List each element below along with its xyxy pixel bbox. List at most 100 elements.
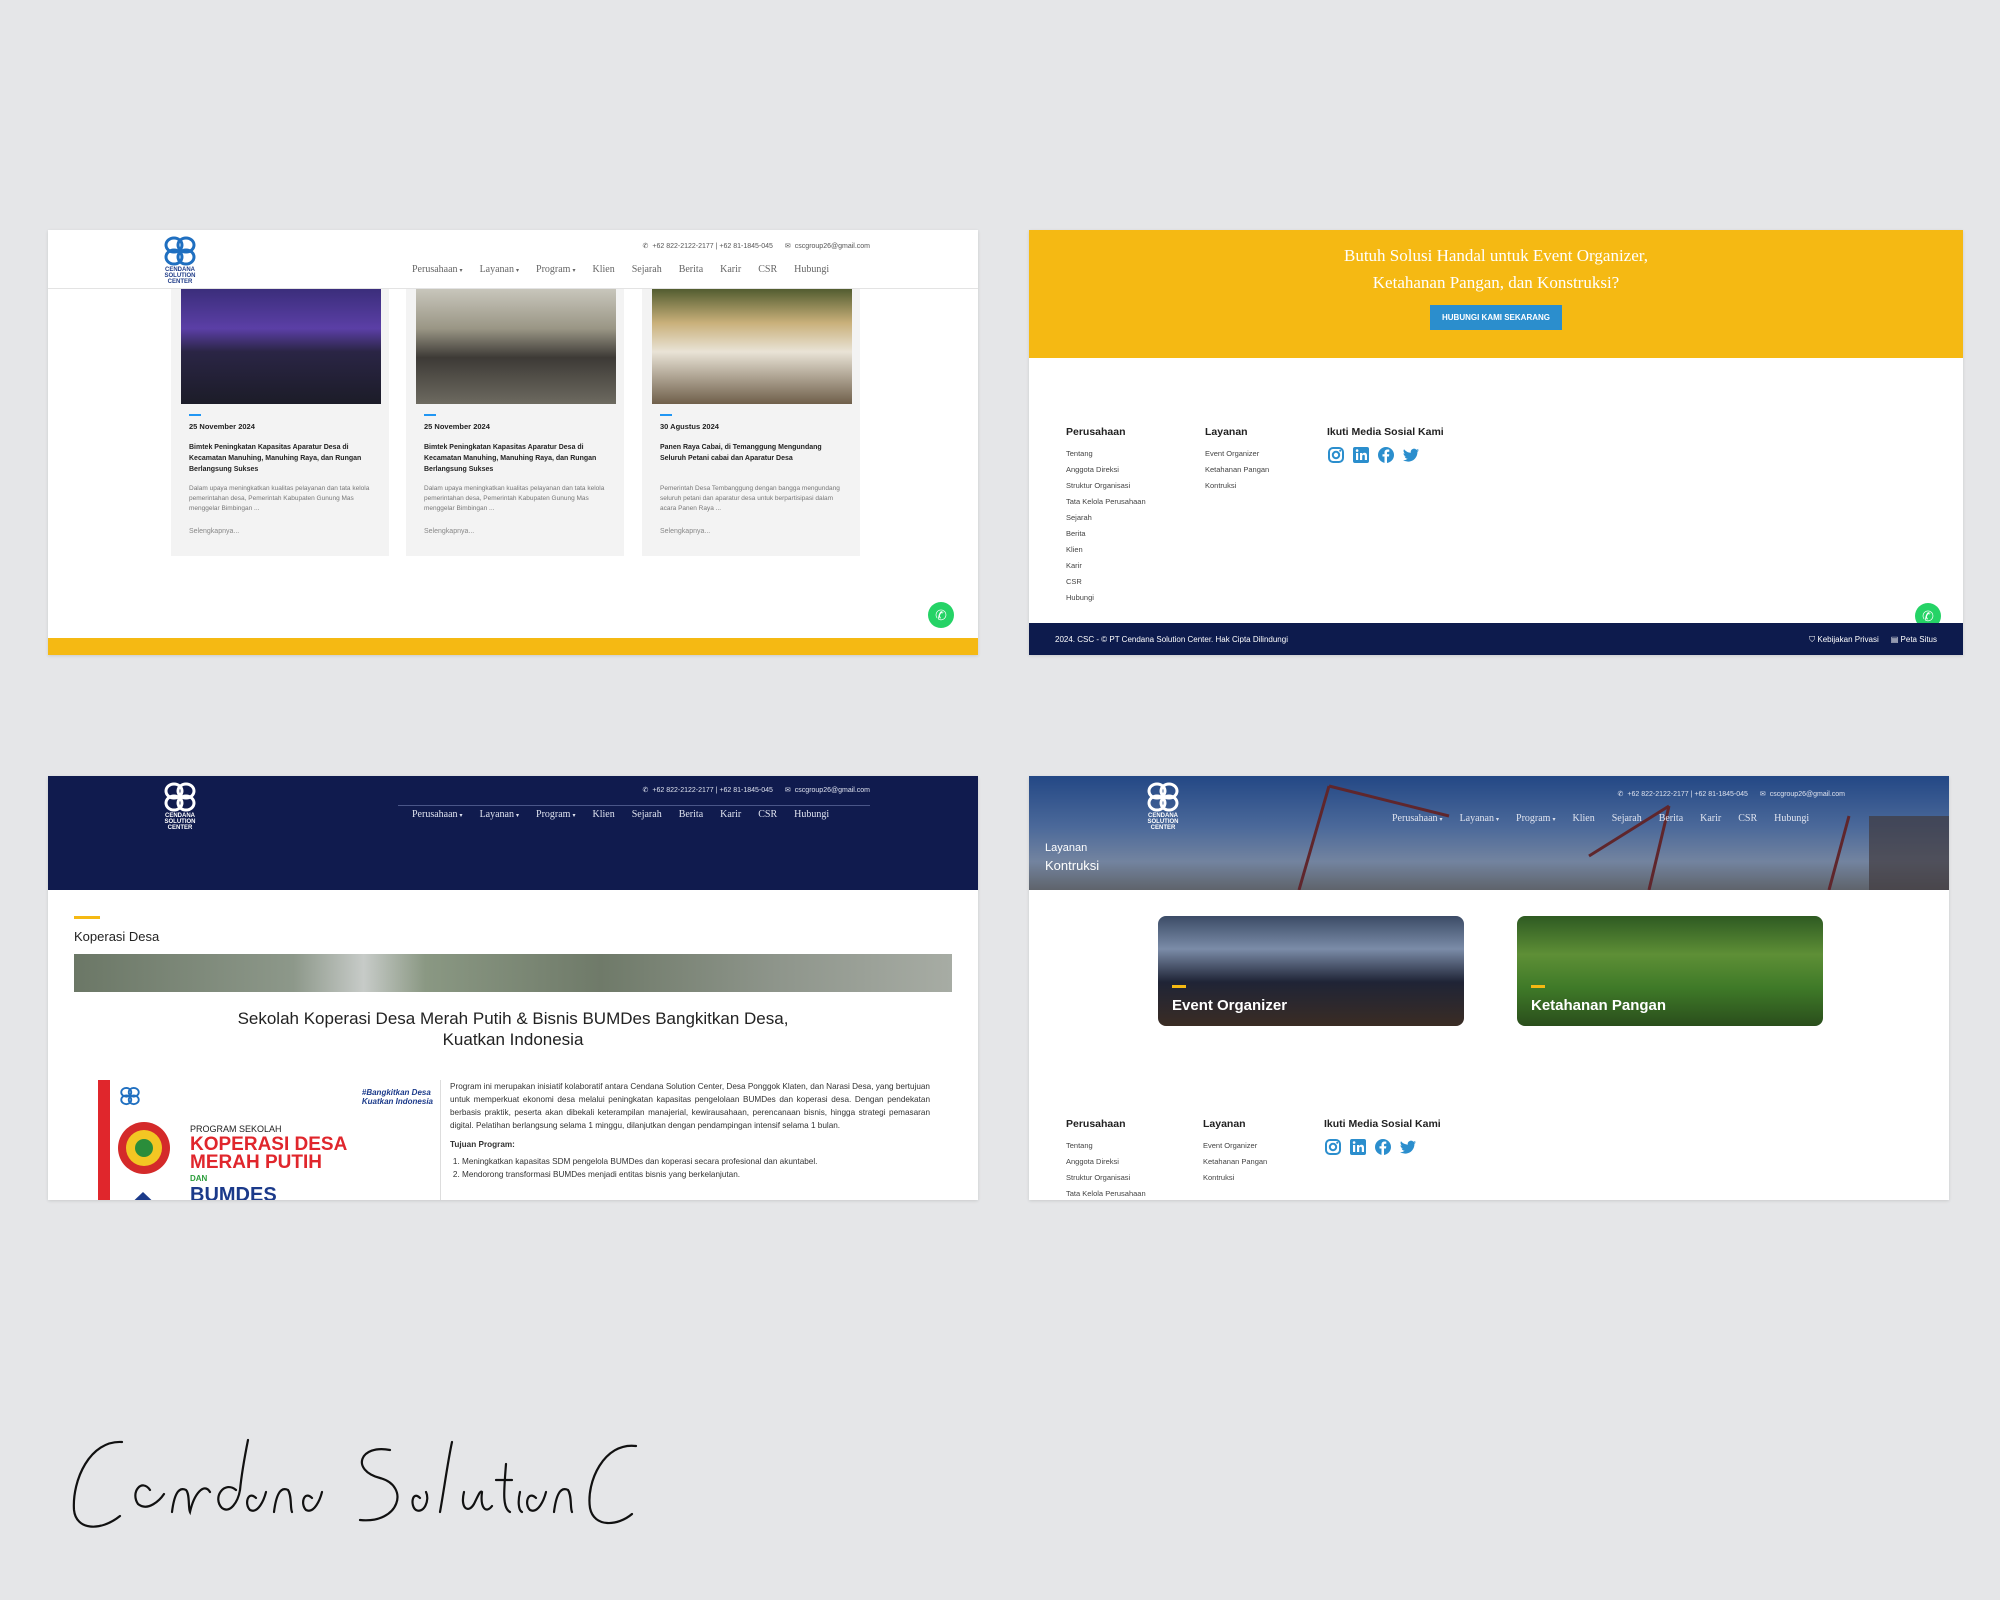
news-excerpt: Dalam upaya meningkatkan kualitas pelaya… bbox=[424, 485, 605, 512]
nav-karir[interactable]: Karir bbox=[1700, 813, 1721, 824]
facebook-icon[interactable] bbox=[1377, 446, 1395, 464]
footer-link[interactable]: Klien bbox=[1066, 542, 1146, 558]
footer-link[interactable]: Ketahanan Pangan bbox=[1205, 462, 1269, 478]
nav-karir[interactable]: Karir bbox=[720, 264, 741, 275]
nav-program[interactable]: Program ▾ bbox=[536, 809, 575, 820]
nav-berita[interactable]: Berita bbox=[1659, 813, 1683, 824]
site-logo[interactable]: CENDANA SOLUTION CENTER bbox=[152, 781, 208, 831]
news-title[interactable]: Bimtek Peningkatan Kapasitas Aparatur De… bbox=[424, 442, 612, 475]
email-contact[interactable]: ✉ cscgroup26@gmail.com bbox=[1760, 790, 1845, 798]
read-more-link[interactable]: Selengkapnya... bbox=[424, 528, 474, 535]
footer-link[interactable]: Kontruksi bbox=[1203, 1170, 1267, 1186]
email-contact[interactable]: ✉ cscgroup26@gmail.com bbox=[785, 786, 870, 794]
twitter-icon[interactable] bbox=[1402, 446, 1420, 464]
screenshot-cta-footer: Butuh Solusi Handal untuk Event Organize… bbox=[1029, 230, 1963, 655]
news-card[interactable]: 25 November 2024 Bimtek Peningkatan Kapa… bbox=[171, 288, 389, 556]
footer-link[interactable]: Tata Kelola Perusahaan bbox=[1066, 494, 1146, 510]
nav-layanan[interactable]: Layanan ▾ bbox=[1460, 813, 1499, 824]
nav-berita[interactable]: Berita bbox=[679, 264, 703, 275]
copyright-text: 2024. CSC - © PT Cendana Solution Center… bbox=[1055, 635, 1288, 644]
mail-icon: ✉ bbox=[784, 243, 791, 250]
nav-sejarah[interactable]: Sejarah bbox=[632, 264, 662, 275]
site-header: CENDANA SOLUTION CENTER ✆ +62 822-2122-21… bbox=[48, 776, 978, 834]
nav-sejarah[interactable]: Sejarah bbox=[632, 809, 662, 820]
footer-link[interactable]: CSR bbox=[1066, 574, 1146, 590]
footer-link[interactable]: Tentang bbox=[1066, 1138, 1146, 1154]
instagram-icon[interactable] bbox=[1324, 1138, 1342, 1156]
facebook-icon[interactable] bbox=[1374, 1138, 1392, 1156]
twitter-icon[interactable] bbox=[1399, 1138, 1417, 1156]
footer-link[interactable]: Kontruksi bbox=[1205, 478, 1269, 494]
linkedin-icon[interactable] bbox=[1352, 446, 1370, 464]
nav-karir[interactable]: Karir bbox=[720, 809, 741, 820]
nav-perusahaan[interactable]: Perusahaan ▾ bbox=[412, 264, 463, 275]
footer-link[interactable]: Struktur Organisasi bbox=[1066, 478, 1146, 494]
article-paragraph: Program ini merupakan inisiatif kolabora… bbox=[450, 1082, 930, 1130]
sitemap-link[interactable]: ▤ Peta Situs bbox=[1891, 635, 1937, 645]
poster-program-label: PROGRAM SEKOLAH bbox=[190, 1124, 282, 1134]
footer-link[interactable]: Tentang bbox=[1066, 446, 1146, 462]
news-card[interactable]: 25 November 2024 Bimtek Peningkatan Kapa… bbox=[406, 288, 624, 556]
nav-hubungi[interactable]: Hubungi bbox=[794, 809, 829, 820]
nav-program[interactable]: Program ▾ bbox=[536, 264, 575, 275]
service-card-event-organizer[interactable]: Event Organizer bbox=[1158, 916, 1464, 1026]
site-header: CENDANA SOLUTION CENTER ✆ +62 822-2122-21… bbox=[48, 230, 978, 289]
mail-icon: ✉ bbox=[1759, 791, 1766, 798]
nav-csr[interactable]: CSR bbox=[1738, 813, 1757, 824]
email-contact[interactable]: ✉ cscgroup26@gmail.com bbox=[785, 242, 870, 250]
footer-link[interactable]: Tata Kelola Perusahaan bbox=[1066, 1186, 1146, 1200]
bumdes-emblem-icon bbox=[134, 1192, 152, 1200]
news-excerpt: Pemerintah Desa Tembanggung dengan bangg… bbox=[660, 485, 840, 512]
phone-contact[interactable]: ✆ +62 822-2122-2177 | +62 81-1845-045 bbox=[1618, 790, 1748, 798]
nav-sejarah[interactable]: Sejarah bbox=[1612, 813, 1642, 824]
service-card-ketahanan-pangan[interactable]: Ketahanan Pangan bbox=[1517, 916, 1823, 1026]
document-icon: ▤ bbox=[1890, 635, 1901, 644]
nav-klien[interactable]: Klien bbox=[1572, 813, 1594, 824]
news-image[interactable] bbox=[416, 288, 616, 404]
read-more-link[interactable]: Selengkapnya... bbox=[660, 528, 710, 535]
footer-link[interactable]: Hubungi bbox=[1066, 590, 1146, 606]
footer-link[interactable]: Event Organizer bbox=[1203, 1138, 1267, 1154]
site-logo[interactable]: CENDANA SOLUTION CENTER bbox=[152, 235, 208, 285]
nav-csr[interactable]: CSR bbox=[758, 264, 777, 275]
nav-klien[interactable]: Klien bbox=[592, 264, 614, 275]
instagram-icon[interactable] bbox=[1327, 446, 1345, 464]
footer-link[interactable]: Karir bbox=[1066, 558, 1146, 574]
page-header-band: CENDANA SOLUTION CENTER ✆ +62 822-2122-21… bbox=[48, 776, 978, 890]
news-title[interactable]: Panen Raya Cabai, di Temanggung Mengunda… bbox=[660, 442, 848, 464]
whatsapp-icon[interactable]: ✆ bbox=[928, 602, 954, 628]
footer-link[interactable]: Berita bbox=[1066, 526, 1146, 542]
footer-link[interactable]: Ketahanan Pangan bbox=[1203, 1154, 1267, 1170]
nav-hubungi[interactable]: Hubungi bbox=[794, 264, 829, 275]
footer-link[interactable]: Anggota Direksi bbox=[1066, 1154, 1146, 1170]
privacy-link[interactable]: ⛉ Kebijakan Privasi bbox=[1809, 635, 1879, 645]
nav-layanan[interactable]: Layanan ▾ bbox=[480, 809, 519, 820]
nav-program[interactable]: Program ▾ bbox=[1516, 813, 1555, 824]
footer-link[interactable]: Sejarah bbox=[1066, 510, 1146, 526]
phone-contact[interactable]: ✆ +62 822-2122-2177 | +62 81-1845-045 bbox=[643, 242, 773, 250]
linkedin-icon[interactable] bbox=[1349, 1138, 1367, 1156]
breadcrumb-parent[interactable]: Layanan bbox=[1045, 842, 1087, 854]
footer-link[interactable]: Struktur Organisasi bbox=[1066, 1170, 1146, 1186]
card-accent bbox=[424, 414, 436, 416]
news-image[interactable] bbox=[181, 288, 381, 404]
nav-hubungi[interactable]: Hubungi bbox=[1774, 813, 1809, 824]
news-card[interactable]: 30 Agustus 2024 Panen Raya Cabai, di Tem… bbox=[642, 288, 860, 556]
contact-now-button[interactable]: HUBUNGI KAMI SEKARANG bbox=[1430, 305, 1562, 330]
nav-berita[interactable]: Berita bbox=[679, 809, 703, 820]
news-image[interactable] bbox=[652, 288, 852, 404]
screenshot-news-section: CENDANA SOLUTION CENTER ✆ +62 822-2122-21… bbox=[48, 230, 978, 655]
nav-klien[interactable]: Klien bbox=[592, 809, 614, 820]
footer-link[interactable]: Anggota Direksi bbox=[1066, 462, 1146, 478]
nav-csr[interactable]: CSR bbox=[758, 809, 777, 820]
nav-perusahaan[interactable]: Perusahaan ▾ bbox=[412, 809, 463, 820]
news-title[interactable]: Bimtek Peningkatan Kapasitas Aparatur De… bbox=[189, 442, 377, 475]
phone-contact[interactable]: ✆ +62 822-2122-2177 | +62 81-1845-045 bbox=[643, 786, 773, 794]
site-logo[interactable]: CENDANA SOLUTION CENTER bbox=[1135, 781, 1191, 831]
phone-text: +62 822-2122-2177 | +62 81-1845-045 bbox=[652, 243, 773, 250]
nav-perusahaan[interactable]: Perusahaan ▾ bbox=[1392, 813, 1443, 824]
news-date: 30 Agustus 2024 bbox=[660, 422, 719, 431]
read-more-link[interactable]: Selengkapnya... bbox=[189, 528, 239, 535]
nav-layanan[interactable]: Layanan ▾ bbox=[480, 264, 519, 275]
footer-link[interactable]: Event Organizer bbox=[1205, 446, 1269, 462]
